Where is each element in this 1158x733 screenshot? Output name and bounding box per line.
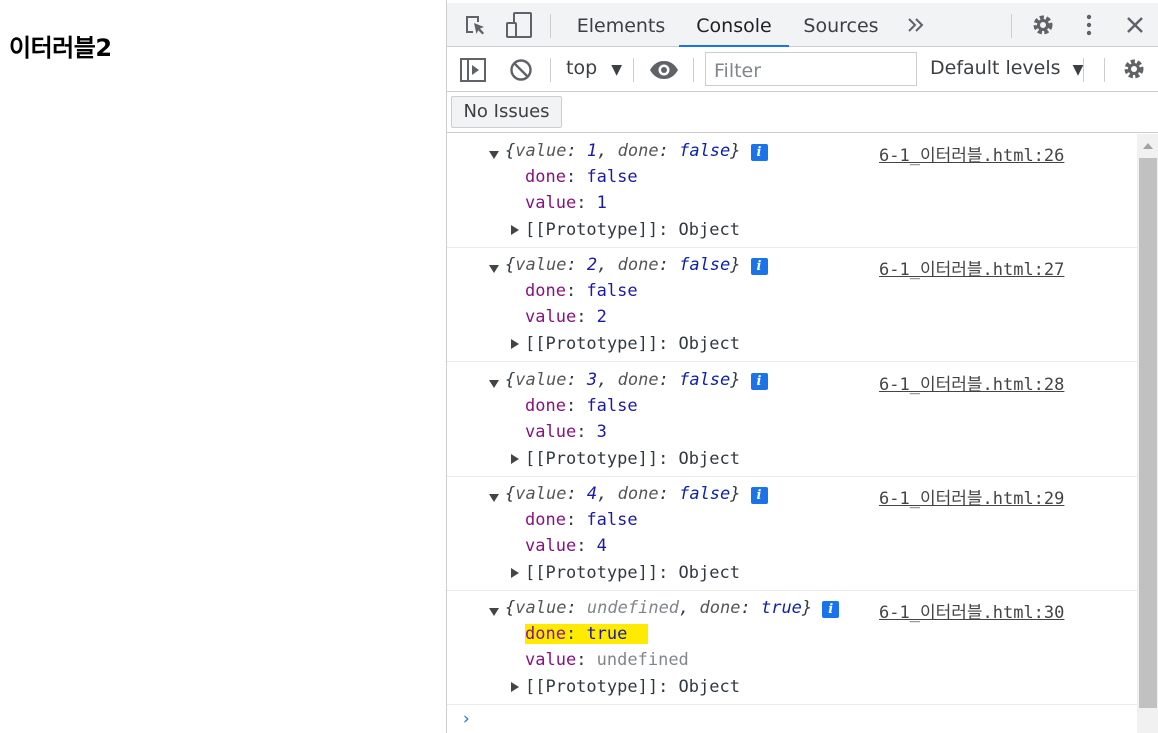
prototype-row[interactable]: [[Prototype]]: Object [525, 449, 740, 469]
tab-sources[interactable]: Sources [795, 3, 887, 47]
devtools-panel: Elements Console Sources top ▼ Filter De… [446, 0, 1158, 733]
summary-value: 3 [586, 370, 598, 390]
tab-console[interactable]: Console [679, 3, 789, 47]
context-label: top [566, 57, 598, 79]
info-icon[interactable]: i [750, 258, 768, 275]
tabbar-divider-right [1011, 14, 1012, 38]
prototype-row[interactable]: [[Prototype]]: Object [525, 563, 740, 583]
source-link[interactable]: 6-1_이터러블.html:27 [879, 255, 1064, 280]
clear-console-icon[interactable] [509, 58, 533, 82]
live-expression-eye-icon[interactable] [649, 60, 679, 80]
summary-done: false [679, 484, 731, 504]
console-scrollbar[interactable] [1137, 134, 1158, 733]
object-summary[interactable]: {value: 1, done: false} [505, 141, 741, 161]
toolbar-divider-4 [1083, 58, 1084, 82]
source-link[interactable]: 6-1_이터러블.html:29 [879, 484, 1064, 509]
issues-bar: No Issues [447, 92, 1158, 133]
expand-triangle-icon[interactable] [489, 608, 499, 616]
info-icon[interactable]: i [750, 373, 768, 390]
inspect-element-icon[interactable] [463, 13, 487, 37]
property-highlight: done: true [525, 624, 648, 644]
page-viewport: 이터러블2 [0, 0, 446, 733]
prototype-row[interactable]: [[Prototype]]: Object [525, 334, 740, 354]
expand-triangle-icon[interactable] [489, 380, 499, 388]
info-icon[interactable]: i [750, 144, 768, 161]
summary-done: false [679, 141, 731, 161]
tab-elements[interactable]: Elements [569, 3, 673, 47]
console-message: {value: 4, done: false} 6-1_이터러블.html:29d… [447, 477, 1137, 591]
summary-value: 1 [586, 141, 598, 161]
collapse-triangle-icon[interactable] [511, 339, 519, 349]
more-tabs-icon[interactable] [906, 17, 926, 33]
summary-value: 4 [586, 484, 598, 504]
prototype-row[interactable]: [[Prototype]]: Object [525, 220, 740, 240]
settings-gear-icon[interactable] [1031, 13, 1055, 37]
console-message: {value: 1, done: false} 6-1_이터러블.html:26d… [447, 134, 1137, 248]
toolbar-divider-2 [633, 58, 634, 82]
show-sidebar-icon[interactable] [460, 58, 486, 82]
collapse-triangle-icon[interactable] [511, 225, 519, 235]
expand-triangle-icon[interactable] [489, 265, 499, 273]
console-prompt-icon[interactable]: › [461, 709, 471, 729]
source-link[interactable]: 6-1_이터러블.html:30 [879, 598, 1064, 623]
devtools-tabbar: Elements Console Sources [447, 3, 1158, 47]
console-toolbar: top ▼ Filter Default levels ▼ [447, 47, 1158, 92]
issues-button[interactable]: No Issues [451, 96, 562, 128]
property-row: done: true [525, 624, 648, 644]
collapse-triangle-icon[interactable] [511, 682, 519, 692]
property-row: value: 4 [525, 536, 607, 556]
summary-done: true [760, 598, 802, 618]
close-icon[interactable] [1125, 15, 1145, 35]
object-summary[interactable]: {value: 2, done: false} [505, 255, 741, 275]
collapse-triangle-icon[interactable] [511, 568, 519, 578]
summary-value: 2 [586, 255, 598, 275]
summary-done: false [679, 370, 731, 390]
expand-triangle-icon[interactable] [489, 151, 499, 159]
console-message: {value: 2, done: false} 6-1_이터러블.html:27d… [447, 248, 1137, 362]
kebab-menu-icon[interactable] [1083, 13, 1095, 37]
object-summary[interactable]: {value: undefined, done: true} [505, 598, 812, 618]
property-row: done: false [525, 281, 638, 301]
summary-value: undefined [586, 598, 680, 618]
chevron-down-icon: ▼ [1072, 62, 1084, 78]
property-row: value: undefined [525, 650, 689, 670]
scroll-up-arrow-icon[interactable] [1143, 143, 1153, 149]
console-message: {value: 3, done: false} 6-1_이터러블.html:28d… [447, 363, 1137, 477]
property-highlight: done: false [525, 396, 638, 416]
console-settings-gear-icon[interactable] [1122, 57, 1146, 81]
toolbar-divider [550, 58, 551, 82]
info-icon[interactable]: i [750, 487, 768, 504]
info-icon[interactable]: i [822, 601, 840, 618]
scrollbar-thumb[interactable] [1139, 158, 1157, 708]
toolbar-divider-5 [1104, 58, 1105, 82]
property-row: value: 3 [525, 422, 607, 442]
chevron-down-icon: ▼ [611, 62, 622, 78]
console-message: {value: undefined, done: true} 6-1_이터러블.h… [447, 591, 1137, 705]
object-summary[interactable]: {value: 3, done: false} [505, 370, 741, 390]
filter-input[interactable]: Filter [705, 52, 917, 86]
toolbar-divider-3 [693, 58, 694, 82]
prototype-row[interactable]: [[Prototype]]: Object [525, 677, 740, 697]
log-levels-label: Default levels [930, 57, 1061, 79]
property-row: done: false [525, 510, 638, 530]
property-highlight: done: false [525, 510, 638, 530]
source-link[interactable]: 6-1_이터러블.html:28 [879, 370, 1064, 395]
property-row: done: false [525, 396, 638, 416]
property-highlight: done: false [525, 281, 638, 301]
property-row: value: 2 [525, 307, 607, 327]
console-messages: {value: 1, done: false} 6-1_이터러블.html:26d… [447, 134, 1137, 733]
page-title: 이터러블2 [9, 34, 112, 62]
summary-done: false [679, 255, 731, 275]
property-row: value: 1 [525, 193, 607, 213]
collapse-triangle-icon[interactable] [511, 454, 519, 464]
context-selector[interactable]: top ▼ [566, 57, 622, 79]
object-summary[interactable]: {value: 4, done: false} [505, 484, 741, 504]
source-link[interactable]: 6-1_이터러블.html:26 [879, 141, 1064, 166]
log-levels-dropdown[interactable]: Default levels ▼ [930, 57, 1083, 79]
property-row: done: false [525, 167, 638, 187]
property-highlight: done: false [525, 167, 638, 187]
device-toolbar-icon[interactable] [505, 12, 533, 39]
tabbar-divider [550, 14, 551, 38]
expand-triangle-icon[interactable] [489, 494, 499, 502]
